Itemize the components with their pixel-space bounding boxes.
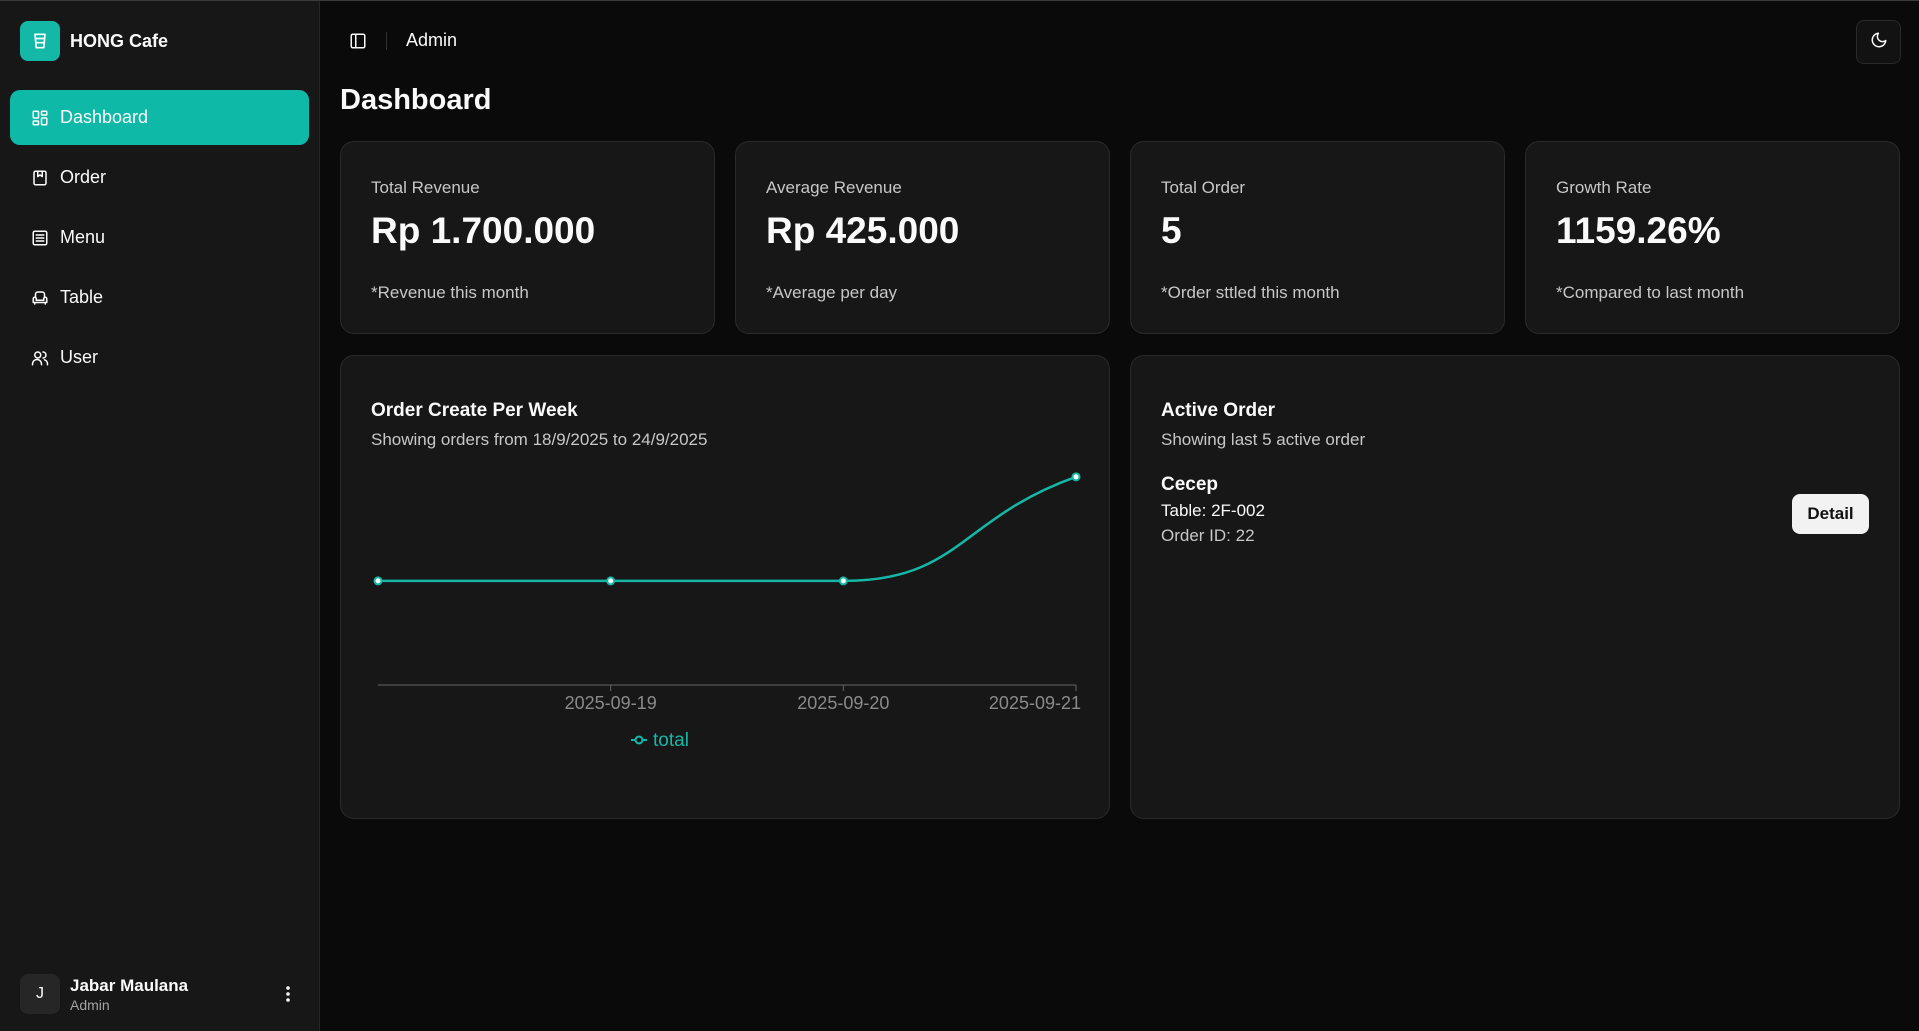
stat-note: *Compared to last month — [1556, 283, 1745, 302]
stat-value: 1159.26% — [1556, 210, 1721, 251]
moon-icon — [1870, 31, 1888, 54]
sidebar-item-order[interactable]: Order — [10, 150, 309, 205]
stat-value: 5 — [1161, 210, 1182, 251]
orders-line-chart: 2025-09-19 2025-09-20 2025-09-21 total — [373, 472, 1081, 751]
data-point — [838, 576, 848, 586]
bookmark-icon — [30, 168, 50, 188]
user-name: Jabar Maulana — [70, 975, 189, 995]
dashboard-icon — [30, 108, 50, 128]
users-icon — [30, 348, 50, 368]
x-axis-tick-label: 2025-09-21 — [989, 693, 1081, 713]
sidebar-item-table[interactable]: Table — [10, 270, 309, 325]
more-vertical-icon[interactable] — [276, 982, 300, 1006]
stat-card-total-order: Total Order 5 *Order sttled this month — [1130, 141, 1505, 334]
stat-note: *Average per day — [766, 283, 898, 302]
sidebar-item-user[interactable]: User — [10, 330, 309, 385]
active-order-subtitle: Showing last 5 active order — [1161, 430, 1366, 449]
order-detail-button[interactable]: Detail — [1792, 494, 1869, 534]
order-id: Order ID: 22 — [1161, 526, 1255, 545]
sidebar-item-dashboard[interactable]: Dashboard — [10, 90, 309, 145]
brand-name: HONG Cafe — [70, 30, 169, 51]
legend-marker-point — [634, 735, 644, 745]
chart-card: Order Create Per Week Showing orders fro… — [340, 355, 1110, 819]
sidebar-item-label: Table — [60, 287, 104, 307]
user-role: Admin — [70, 996, 110, 1013]
data-point — [606, 576, 616, 586]
active-order-title: Active Order — [1161, 400, 1276, 421]
sidebar: HONG Cafe Dashboard Order Menu Table Use… — [0, 1, 320, 1031]
stat-value: Rp 425.000 — [766, 210, 960, 251]
stat-note: *Revenue this month — [371, 283, 529, 302]
order-table: Table: 2F-002 — [1161, 501, 1265, 520]
series-line-total — [378, 475, 1077, 583]
active-order-card: Active Order Showing last 5 active order… — [1130, 355, 1900, 819]
user-profile[interactable]: J Jabar Maulana Admin — [20, 973, 300, 1015]
sidebar-item-menu[interactable]: Menu — [10, 210, 309, 265]
sidebar-toggle-icon[interactable] — [346, 29, 370, 53]
brand[interactable]: HONG Cafe — [20, 21, 168, 61]
sidebar-nav: Dashboard Order Menu Table User — [10, 90, 309, 390]
stat-card-total-revenue: Total Revenue Rp 1.700.000 *Revenue this… — [340, 141, 715, 334]
user-info: Jabar Maulana Admin — [70, 975, 276, 1014]
stat-note: *Order sttled this month — [1161, 283, 1340, 302]
stat-value: Rp 1.700.000 — [371, 210, 596, 251]
data-point — [373, 576, 383, 586]
cup-icon — [20, 21, 60, 61]
list-icon — [30, 228, 50, 248]
page-title: Dashboard — [340, 84, 492, 116]
x-axis-tick-label: 2025-09-20 — [797, 693, 889, 713]
header-title: Admin — [406, 30, 458, 50]
stat-label: Average Revenue — [766, 178, 902, 197]
order-customer-name: Cecep — [1161, 474, 1219, 495]
stat-card-growth-rate: Growth Rate 1159.26% *Compared to last m… — [1525, 141, 1900, 334]
data-point — [1071, 472, 1081, 482]
sidebar-item-label: User — [60, 347, 99, 367]
avatar: J — [20, 974, 60, 1014]
legend-label: total — [653, 730, 689, 751]
stat-label: Total Order — [1161, 178, 1246, 197]
sidebar-item-label: Dashboard — [60, 107, 149, 127]
sidebar-item-label: Order — [60, 167, 107, 187]
stat-label: Growth Rate — [1556, 178, 1652, 197]
stat-card-average-revenue: Average Revenue Rp 425.000 *Average per … — [735, 141, 1110, 334]
header-divider — [386, 32, 387, 50]
sidebar-item-label: Menu — [60, 227, 106, 247]
theme-toggle-button[interactable] — [1856, 20, 1901, 64]
x-axis-tick-label: 2025-09-19 — [565, 693, 657, 713]
armchair-icon — [30, 288, 50, 308]
stat-label: Total Revenue — [371, 178, 480, 197]
